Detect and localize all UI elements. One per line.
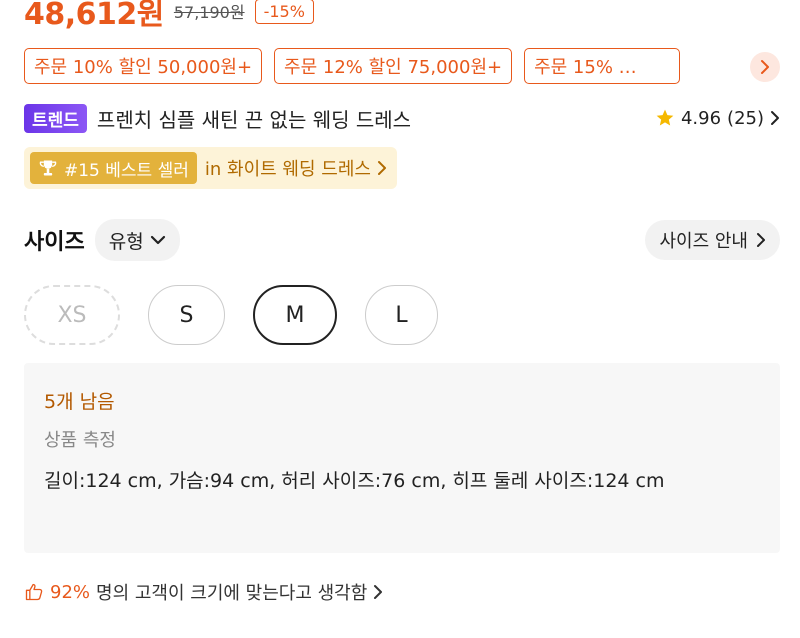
best-seller-category[interactable]: in 화이트 웨딩 드레스 [205,155,391,181]
discount-badge: -15% [254,0,314,24]
size-option-xs[interactable]: XS [24,285,120,345]
trend-badge: 트렌드 [24,103,87,133]
chevron-right-icon [374,585,383,599]
star-icon [656,109,674,126]
stock-remaining: 5개 남음 [44,391,115,413]
coupon-more-button[interactable] [750,52,780,82]
best-seller-category-label: in 화이트 웨딩 드레스 [204,159,371,180]
size-info-box: 5개 남음 상품 측정 길이:124 cm, 가슴:94 cm, 허리 사이즈:… [24,363,780,553]
price-row: 48,612원 57,190원 -15% [24,0,314,32]
size-option-l[interactable]: L [365,285,438,345]
thumbs-up-icon [25,583,43,601]
rating-link[interactable]: 4.96 (25) [655,108,780,129]
coupon-1[interactable]: 주문 10% 할인 50,000원+ [24,48,263,84]
current-price: 48,612원 [24,0,164,32]
product-title: 프렌치 심플 새틴 끈 없는 웨딩 드레스 [96,107,412,132]
coupon-list: 주문 10% 할인 50,000원+ 주문 12% 할인 75,000원+ 주문… [24,48,681,84]
product-title-row: 트렌드 프렌치 심플 새틴 끈 없는 웨딩 드레스 4.96 (25) [24,103,780,133]
size-options: XS S M L [24,285,438,345]
best-seller-rank: #15 베스트 셀러 [64,160,189,181]
coupon-3[interactable]: 주문 15% … [524,48,681,84]
size-guide-label: 사이즈 안내 [659,231,748,252]
size-label: 사이즈 [24,230,85,255]
size-guide-button[interactable]: 사이즈 안내 [645,220,780,260]
size-option-m[interactable]: M [253,285,337,345]
coupon-2[interactable]: 주문 12% 할인 75,000원+ [274,48,513,84]
review-count: (25) [727,107,764,129]
fit-feedback-link[interactable]: 92% 명의 고객이 크기에 맞는다고 생각함 [24,576,383,608]
trophy-icon [39,160,57,176]
measure-text: 길이:124 cm, 가슴:94 cm, 허리 사이즈:76 cm, 히프 둘레… [44,470,665,492]
chevron-right-icon [771,111,779,125]
chevron-right-icon [377,161,386,175]
size-type-dropdown[interactable]: 유형 [94,219,180,261]
original-price: 57,190원 [173,3,245,22]
rating-value: 4.96 [680,107,722,129]
best-seller-banner[interactable]: #15 베스트 셀러 in 화이트 웨딩 드레스 [24,147,397,189]
size-type-label: 유형 [108,230,144,253]
measure-title: 상품 측정 [44,430,116,451]
chevron-right-icon [757,233,765,247]
size-option-s[interactable]: S [148,285,225,345]
size-header: 사이즈 유형 사이즈 안내 [24,218,780,262]
best-seller-badge: #15 베스트 셀러 [30,152,197,184]
chevron-right-icon [761,60,769,74]
fit-text: 명의 고객이 크기에 맞는다고 생각함 [96,583,368,604]
chevron-down-icon [150,235,165,245]
fit-percent: 92% [50,581,91,603]
